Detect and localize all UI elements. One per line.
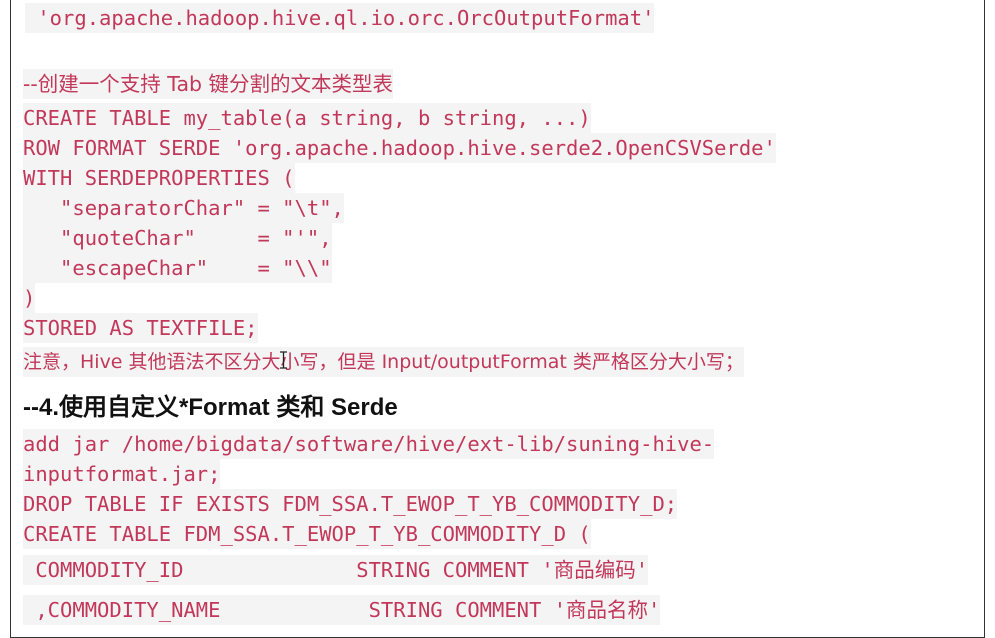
code-line-close-paren: ) — [23, 283, 36, 313]
code-line-1: 'org.apache.hadoop.hive.ql.io.orc.OrcOut… — [25, 3, 655, 33]
section-heading: --4.使用自定义*Format 类和 Serde — [23, 394, 398, 421]
code-line-create-table-fdm: CREATE TABLE FDM_SSA.T_EWOP_T_YB_COMMODI… — [23, 519, 591, 549]
code-line-serdeproperties: WITH SERDEPROPERTIES ( — [23, 163, 295, 193]
document-page: 'org.apache.hadoop.hive.ql.io.orc.OrcOut… — [10, 0, 985, 638]
text-cursor-icon — [280, 351, 287, 369]
code-line-add-jar-cont: inputformat.jar; — [23, 459, 221, 489]
code-line-quote: "quoteChar" = "'", — [23, 223, 332, 253]
code-line-commodity-id: COMMODITY_ID STRING COMMENT '商品编码' — [23, 555, 649, 585]
code-line-escape: "escapeChar" = "\\" — [23, 253, 332, 283]
code-line-stored-as: STORED AS TEXTFILE; — [23, 313, 258, 343]
code-line-row-format: ROW FORMAT SERDE 'org.apache.hadoop.hive… — [23, 133, 776, 163]
comment-line-tab-table: --创建一个支持 Tab 键分割的文本类型表 — [23, 69, 394, 99]
code-line-separator: "separatorChar" = "\t", — [23, 193, 344, 223]
note-line-case-sensitivity: 注意，Hive 其他语法不区分大小写，但是 Input/outputFormat… — [23, 347, 744, 377]
code-line-add-jar: add jar /home/bigdata/software/hive/ext-… — [23, 429, 715, 459]
code-line-drop-table: DROP TABLE IF EXISTS FDM_SSA.T_EWOP_T_YB… — [23, 489, 678, 519]
code-line-commodity-name: ,COMMODITY_NAME STRING COMMENT '商品名称' — [23, 595, 661, 625]
code-line-create-table: CREATE TABLE my_table(a string, b string… — [23, 103, 591, 133]
